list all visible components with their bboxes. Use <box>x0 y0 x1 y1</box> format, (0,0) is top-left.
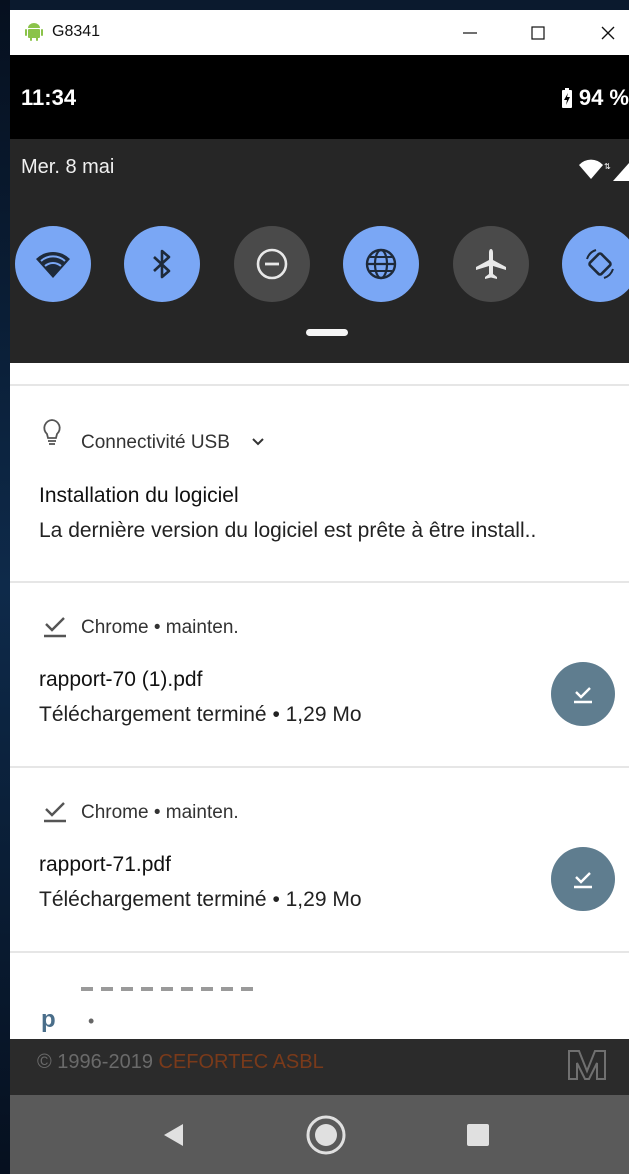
auto-rotate-tile[interactable] <box>562 226 629 302</box>
wifi-icon <box>36 251 70 278</box>
desktop-background <box>0 0 10 1174</box>
download-done-icon <box>574 687 592 704</box>
notification-text: Téléchargement terminé • 1,29 Mo <box>39 888 362 911</box>
wifi-tile[interactable] <box>15 226 91 302</box>
android-status-bar: 11:34 94 % <box>10 55 629 139</box>
open-file-button[interactable] <box>551 662 615 726</box>
svg-text:⇅: ⇅ <box>604 162 611 171</box>
divider <box>10 766 629 768</box>
battery-icon <box>561 88 572 108</box>
notification-app-name: Chrome • mainten. <box>81 617 239 638</box>
minimize-icon <box>463 32 477 34</box>
globe-icon <box>365 248 397 280</box>
auto-rotate-icon <box>586 249 614 279</box>
notification-title: rapport-71.pdf <box>39 853 171 876</box>
do-not-disturb-icon <box>256 248 288 280</box>
copyright-org: CEFORTEC ASBL <box>158 1051 324 1073</box>
globe-tile[interactable] <box>343 226 419 302</box>
notification-app-name: Connectivité USB <box>81 432 230 453</box>
separator-dot: • <box>88 1011 95 1031</box>
bluetooth-tile[interactable] <box>124 226 200 302</box>
download-done-icon <box>574 872 592 889</box>
page-footer: © 1996-2019 CEFORTEC ASBL <box>10 1039 629 1095</box>
battery-status: 94 % <box>561 85 629 111</box>
android-icon <box>25 23 43 41</box>
airplane-mode-tile[interactable] <box>453 226 529 302</box>
signal-icon: ⇅ <box>579 159 629 181</box>
clock: 11:34 <box>21 85 77 110</box>
chevron-down-icon[interactable] <box>252 437 264 447</box>
window-titlebar[interactable]: G8341 <box>10 10 629 55</box>
close-icon <box>601 26 615 40</box>
back-icon <box>164 1124 183 1146</box>
notification-app-name: Chrome • mainten. <box>81 802 239 823</box>
do-not-disturb-tile[interactable] <box>234 226 310 302</box>
site-logo-icon <box>568 1050 606 1080</box>
back-button[interactable] <box>152 1113 196 1157</box>
copyright-years: © 1996-2019 <box>37 1051 159 1073</box>
download-done-icon <box>44 802 66 823</box>
divider <box>10 384 629 386</box>
panel-drag-handle[interactable] <box>306 329 348 336</box>
lightbulb-icon <box>43 419 61 445</box>
home-button[interactable] <box>304 1113 348 1157</box>
divider <box>10 951 629 953</box>
recents-icon <box>467 1124 489 1146</box>
airplane-icon <box>476 249 506 279</box>
maximize-icon <box>531 26 545 40</box>
copyright-text: © 1996-2019 CEFORTEC ASBL <box>37 1051 324 1074</box>
emulator-window: G8341 11:34 94 % Mer. 8 mai ⇅ Connectivi… <box>10 10 629 1174</box>
notification-title: Installation du logiciel <box>39 484 239 507</box>
notification-text: Téléchargement terminé • 1,29 Mo <box>39 703 362 726</box>
truncated-text <box>81 987 261 991</box>
window-title: G8341 <box>52 23 101 40</box>
bluetooth-icon <box>153 249 171 279</box>
divider <box>10 581 629 583</box>
battery-percent: 94 % <box>578 85 629 110</box>
notification-text: La dernière version du logiciel est prêt… <box>39 519 537 542</box>
date-label: Mer. 8 mai <box>21 156 115 178</box>
recents-button[interactable] <box>456 1113 500 1157</box>
home-icon <box>306 1115 346 1155</box>
maximize-button[interactable] <box>518 18 558 48</box>
minimize-button[interactable] <box>450 18 490 48</box>
download-done-icon <box>44 617 66 638</box>
app-p-icon: p <box>41 1006 56 1033</box>
close-button[interactable] <box>588 18 628 48</box>
notification-list: Connectivité USB Installation du logicie… <box>10 363 629 1039</box>
quick-settings-panel: Mer. 8 mai ⇅ <box>10 139 629 363</box>
android-nav-bar <box>10 1095 629 1174</box>
open-file-button[interactable] <box>551 847 615 911</box>
notification-title: rapport-70 (1).pdf <box>39 668 203 691</box>
